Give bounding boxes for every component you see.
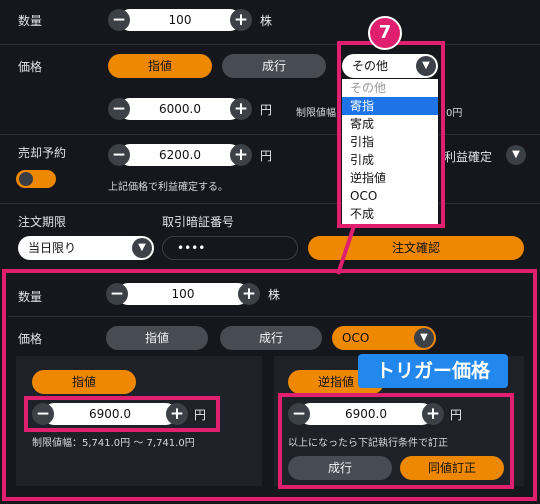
stop-price-stepper: − 6900.0 + 円 bbox=[288, 402, 462, 426]
quantity-label: 数量 bbox=[18, 290, 43, 304]
plus-icon[interactable]: + bbox=[230, 98, 252, 120]
stop-price-unit: 円 bbox=[450, 407, 463, 422]
limit-order-button[interactable]: 指値 bbox=[106, 326, 208, 350]
divider bbox=[8, 316, 532, 317]
limit-tag: 指値 bbox=[32, 370, 136, 394]
limit-range-text: 制限値幅：5,741.0円 ～ 7,741.0円 bbox=[32, 438, 195, 449]
stop-price-input[interactable]: 6900.0 bbox=[299, 403, 433, 425]
plus-icon[interactable]: + bbox=[166, 403, 188, 425]
quantity-stepper: − 100 + 株 bbox=[106, 282, 280, 306]
minus-icon[interactable]: − bbox=[288, 403, 310, 425]
trigger-price-banner: トリガー価格 bbox=[358, 354, 508, 388]
market-order-button[interactable]: 成行 bbox=[220, 326, 322, 350]
minus-icon[interactable]: − bbox=[108, 98, 130, 120]
limit-price-input[interactable]: 6900.0 bbox=[43, 403, 177, 425]
stop-market-button[interactable]: 成行 bbox=[288, 456, 392, 480]
plus-icon[interactable]: + bbox=[230, 144, 252, 166]
plus-icon[interactable]: + bbox=[422, 403, 444, 425]
plus-icon[interactable]: + bbox=[238, 283, 260, 305]
stop-limit-button[interactable]: 同値訂正 bbox=[400, 456, 504, 480]
order-type-select[interactable]: OCO ▼ bbox=[332, 326, 436, 350]
limit-price-unit: 円 bbox=[194, 407, 207, 422]
chevron-down-icon[interactable]: ▼ bbox=[414, 328, 434, 348]
plus-icon[interactable]: + bbox=[230, 9, 252, 31]
stop-condition-note: 以上になったら下記執行条件で訂正 bbox=[288, 438, 448, 449]
quantity-unit: 株 bbox=[268, 287, 281, 302]
minus-icon[interactable]: − bbox=[106, 283, 128, 305]
price-label: 価格 bbox=[18, 332, 43, 346]
minus-icon[interactable]: − bbox=[32, 403, 54, 425]
minus-icon[interactable]: − bbox=[108, 9, 130, 31]
limit-price-stepper: − 6900.0 + 円 bbox=[32, 402, 206, 426]
quantity-input[interactable]: 100 bbox=[117, 283, 249, 305]
order-type-value: OCO bbox=[342, 331, 370, 345]
minus-icon[interactable]: − bbox=[108, 144, 130, 166]
